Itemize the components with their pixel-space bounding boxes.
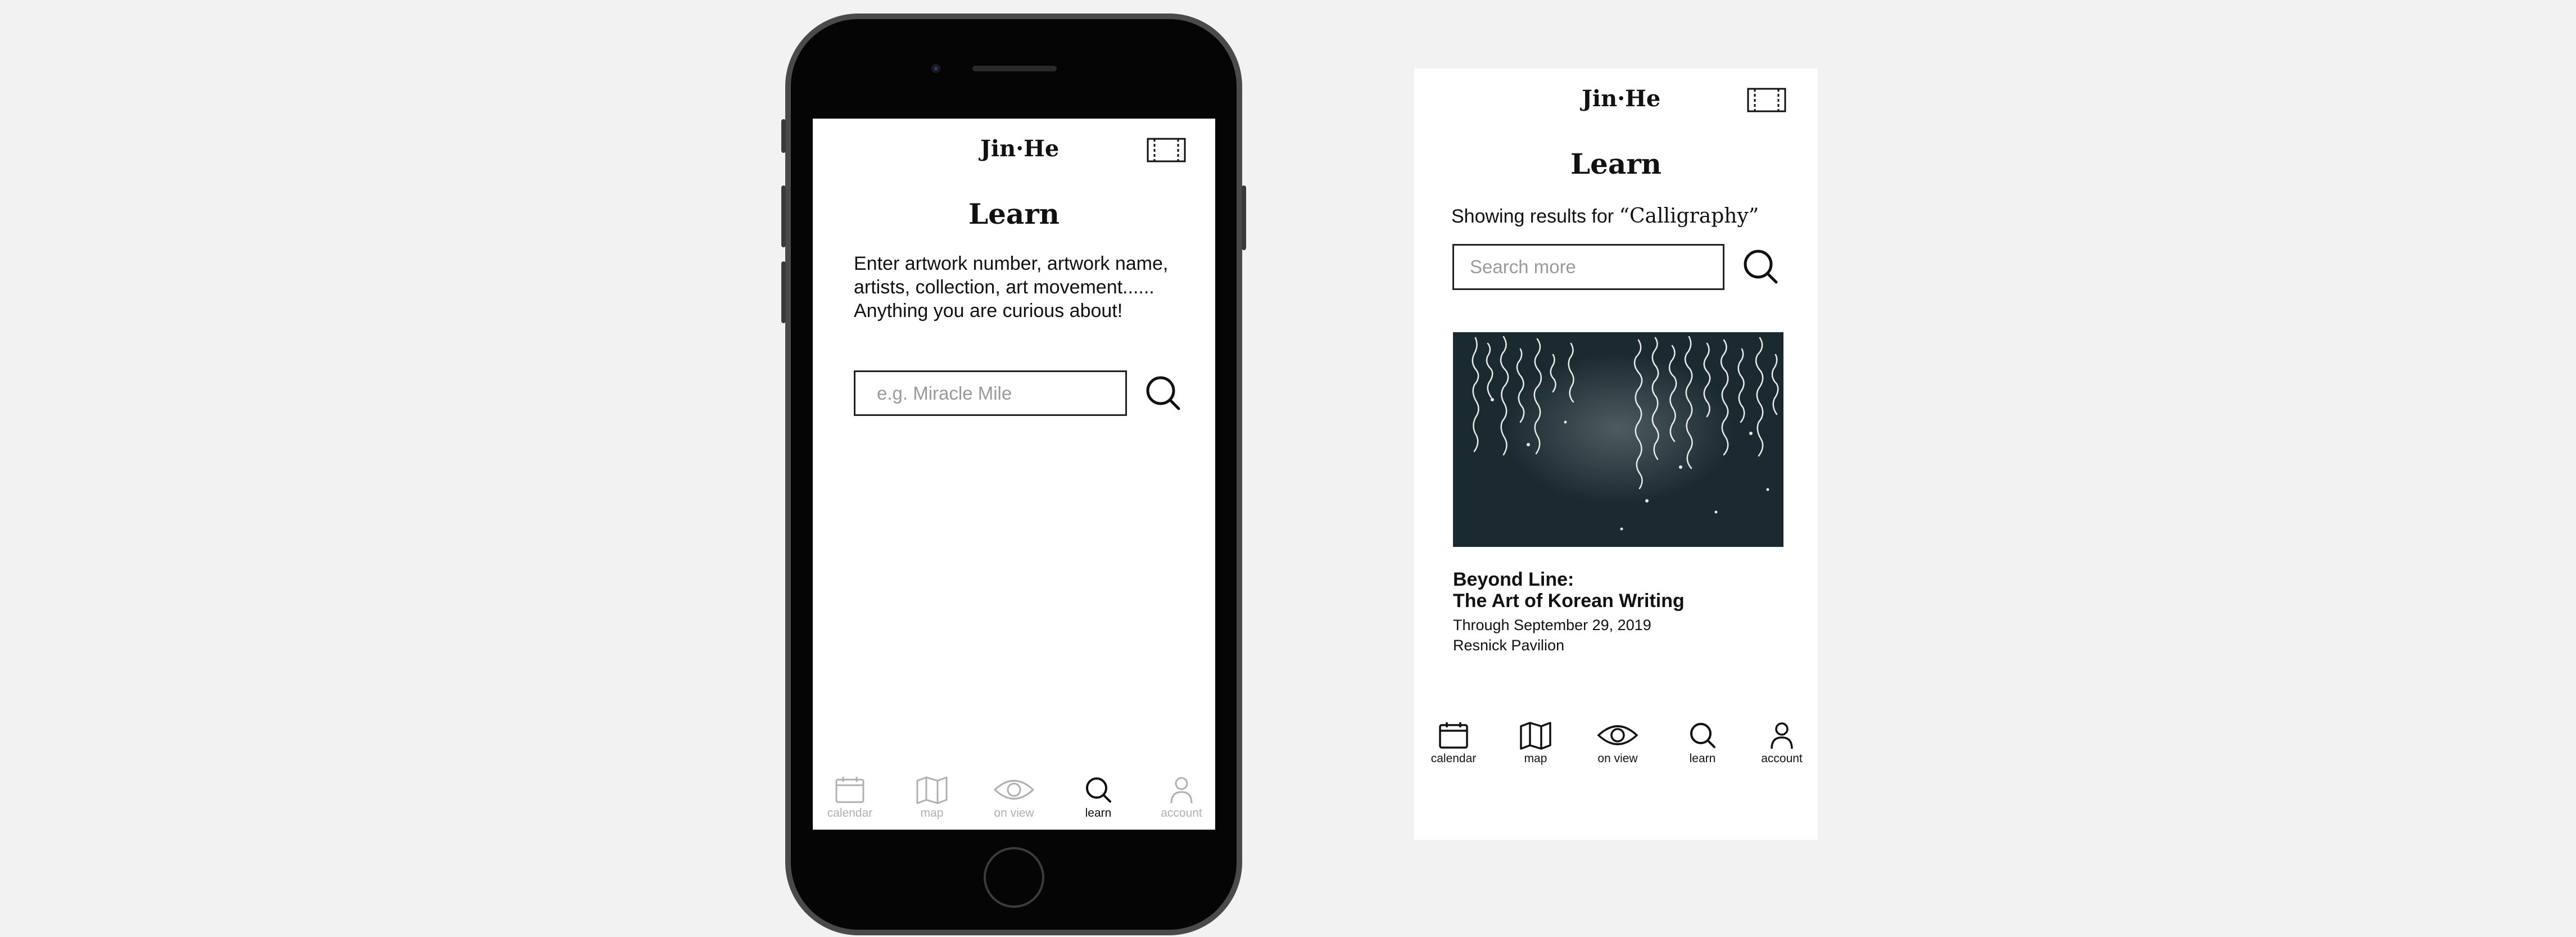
phone-volume-up	[781, 185, 786, 247]
results-prefix: Showing results for	[1451, 206, 1619, 227]
phone-volume-down	[781, 261, 786, 323]
result-title-line1: Beyond Line:	[1453, 569, 1574, 590]
nav-learn[interactable]: learn	[1059, 775, 1138, 820]
map-icon	[1520, 722, 1551, 750]
results-summary: Showing results for “Calligraphy”	[1451, 205, 1759, 228]
phone-power-button	[1242, 185, 1246, 250]
phone-mute-switch	[781, 119, 786, 153]
calligraphy-artwork-image[interactable]	[1453, 332, 1783, 547]
search-button[interactable]	[1145, 375, 1182, 412]
search-input[interactable]	[854, 370, 1127, 416]
search-icon	[1086, 777, 1111, 803]
nav-calendar[interactable]: calendar	[813, 775, 889, 820]
nav-learn[interactable]: learn	[1663, 721, 1742, 766]
page-title: Learn	[968, 197, 1060, 230]
nav-map[interactable]: map	[893, 775, 971, 820]
search-button[interactable]	[1742, 248, 1780, 286]
phone-screen: Jin·He Learn Enter artwork number, artwo…	[813, 119, 1215, 830]
front-camera	[931, 64, 940, 73]
home-button[interactable]	[984, 847, 1044, 908]
nav-label: calendar	[1430, 752, 1477, 765]
result-dates: Through September 29, 2019	[1453, 617, 1651, 633]
result-location: Resnick Pavilion	[1453, 637, 1565, 654]
nav-account[interactable]: account	[1142, 775, 1215, 820]
nav-on-view[interactable]: on view	[1578, 721, 1657, 766]
nav-label: account	[1761, 752, 1803, 765]
brand-logo[interactable]: Jin·He	[1582, 85, 1660, 112]
nav-label: map	[920, 807, 944, 820]
result-title[interactable]: Beyond Line: The Art of Korean Writing	[1453, 569, 1685, 612]
nav-label: account	[1161, 807, 1202, 820]
calendar-icon	[835, 777, 864, 803]
nav-label: on view	[1597, 752, 1638, 765]
brand-logo[interactable]: Jin·He	[980, 135, 1059, 162]
calendar-icon	[1439, 722, 1468, 749]
nav-label: learn	[1085, 807, 1112, 820]
user-icon	[1170, 777, 1193, 804]
results-query: “Calligraphy”	[1619, 205, 1759, 228]
learn-description: Enter artwork number, artwork name, arti…	[854, 253, 1169, 322]
search-results-screen: Jin·He Learn Showing results for “Callig…	[1414, 69, 1818, 840]
earpiece-speaker	[972, 66, 1057, 71]
search-icon	[1690, 723, 1715, 748]
result-title-line2: The Art of Korean Writing	[1453, 590, 1685, 612]
nav-on-view[interactable]: on view	[975, 775, 1053, 820]
map-icon	[916, 776, 948, 804]
nav-label: learn	[1689, 752, 1716, 765]
nav-calendar[interactable]: calendar	[1414, 721, 1493, 766]
nav-label: calendar	[827, 807, 873, 820]
page-title: Learn	[1570, 147, 1662, 180]
nav-label: on view	[994, 807, 1034, 820]
user-icon	[1771, 722, 1793, 749]
ticket-icon[interactable]	[1147, 138, 1186, 162]
nav-account[interactable]: account	[1742, 721, 1818, 766]
nav-label: map	[1524, 752, 1547, 765]
eye-icon	[993, 780, 1035, 800]
search-more-input[interactable]	[1452, 244, 1724, 290]
nav-map[interactable]: map	[1496, 721, 1575, 766]
ticket-icon[interactable]	[1747, 88, 1786, 112]
eye-icon	[1597, 725, 1638, 745]
